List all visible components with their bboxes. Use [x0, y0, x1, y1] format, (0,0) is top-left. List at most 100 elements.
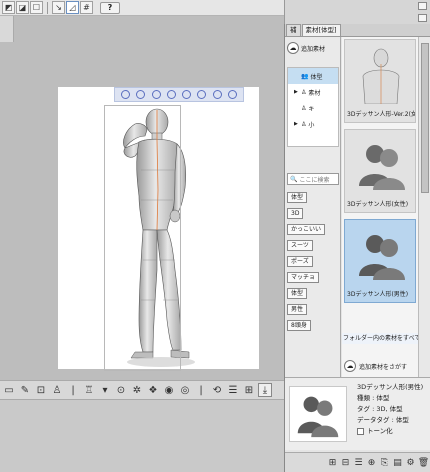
mask-mode-icon[interactable]: ◪	[16, 1, 29, 14]
cloud-icon: ☁	[344, 360, 356, 372]
tag-item[interactable]: マッチョ	[287, 272, 320, 283]
material-card[interactable]: 3Dデッサン人形-Ver.2(女性)	[344, 39, 416, 123]
frame-mode-icon[interactable]: ☐	[30, 1, 43, 14]
frame-icon[interactable]: ▭	[2, 383, 16, 397]
expand-arrow-icon[interactable]: ▶	[294, 121, 299, 127]
lock-icon[interactable]: ⊙	[114, 383, 128, 397]
tag-item[interactable]: ポーズ	[287, 256, 313, 267]
tree-item-small[interactable]: ▶ ♙ 小	[288, 116, 338, 132]
settings-icon[interactable]: ⚙	[405, 457, 416, 468]
panel-menu-button[interactable]	[418, 14, 427, 22]
tag-item[interactable]: かっこいい	[287, 224, 326, 235]
person-icon[interactable]: ♙	[50, 383, 64, 397]
show-all-in-folder-button[interactable]: フォルダー内の素材をすべて表示	[342, 333, 418, 344]
detail-tags: タグ : 3D, 体型	[357, 405, 403, 413]
tag-item[interactable]: スーツ	[287, 240, 313, 251]
tag-item[interactable]: 体型	[287, 192, 308, 203]
grid-view-icon[interactable]: ⊞	[242, 383, 256, 397]
object-icon[interactable]: ❖	[146, 383, 160, 397]
expand-arrow-icon[interactable]: ▶	[294, 89, 299, 95]
tree-item-label: 体型	[310, 73, 323, 81]
rotate-icon[interactable]	[182, 90, 192, 99]
material-tree: 👥 体型 ▶ ♙ 素材 ♙ キ ▶ ♙ 小	[287, 67, 339, 147]
camera-rotate-icon[interactable]	[121, 90, 131, 99]
tree-item-character[interactable]: ♙ キ	[288, 100, 338, 116]
move-icon[interactable]	[166, 90, 176, 99]
separator: |	[199, 384, 203, 396]
separator: |	[71, 384, 75, 396]
tab-material-body[interactable]: 素材[体型]	[301, 24, 341, 36]
list-icon[interactable]: ☰	[226, 383, 240, 397]
search-icon: 🔍	[290, 175, 298, 183]
panel-scroll-button[interactable]	[418, 2, 427, 10]
folder-icon[interactable]: ▤	[392, 457, 403, 468]
material-card[interactable]: 3Dデッサン人形(女性)	[344, 129, 416, 213]
fit-icon[interactable]: ⊡	[34, 383, 48, 397]
user-silhouette-icon	[289, 386, 347, 442]
search-placeholder: ここに検索	[299, 176, 330, 184]
shade-icon[interactable]: ◉	[162, 383, 176, 397]
material-list: 3Dデッサン人形-Ver.2(女性) 3Dデッサン人形(女性)	[342, 37, 418, 400]
cloud-icon: ☁	[287, 42, 299, 54]
dropdown-arrow-icon[interactable]: ▾	[98, 383, 112, 397]
small-grid-icon[interactable]: ⊟	[340, 457, 351, 468]
zoom-icon[interactable]: ⊕	[366, 457, 377, 468]
settings-icon[interactable]	[227, 90, 237, 99]
paste-icon[interactable]: ⎘	[379, 457, 390, 468]
ruler-icon[interactable]: ↘	[52, 1, 65, 14]
figure-bounding-box	[104, 105, 181, 371]
camera-move-icon[interactable]	[151, 90, 161, 99]
perspective-icon[interactable]: ◿	[66, 1, 79, 14]
pose-preset-icon[interactable]: ♖	[82, 383, 96, 397]
layer-mode-icon[interactable]: ◩	[2, 1, 15, 14]
tree-item-label: キ	[308, 105, 315, 113]
material-label: 3Dデッサン人形(女性)	[347, 201, 409, 208]
material-card-selected[interactable]: 3Dデッサン人形(男性)	[344, 219, 416, 303]
canvas-bottom-area	[0, 400, 284, 472]
tab-auxiliary[interactable]: 補	[286, 24, 301, 36]
tag-item[interactable]: 8頭身	[287, 320, 311, 331]
grid-view-icon[interactable]: ⊞	[327, 457, 338, 468]
pose-icon[interactable]	[212, 90, 222, 99]
toon-checkbox-row[interactable]: トーン化	[357, 426, 430, 437]
light-icon[interactable]: ◎	[178, 383, 192, 397]
edit-icon[interactable]: ✎	[18, 383, 32, 397]
grid-icon[interactable]: #	[80, 1, 93, 14]
material-panel: 補 素材[体型] ☁ 追加素材 👥 体型 ▶ ♙ 素材 ♙ キ ▶ ♙ 小 🔍 …	[284, 24, 430, 472]
user-silhouette-icon	[359, 145, 405, 190]
material-label: 3Dデッサン人形(男性)	[347, 291, 409, 298]
ground-icon[interactable]	[197, 90, 207, 99]
toon-checkbox[interactable]	[357, 427, 364, 435]
search-additional-material-button[interactable]: ☁ 追加素材をさがす	[344, 359, 418, 373]
reset-icon[interactable]: ⟲	[210, 383, 224, 397]
canvas-side-strip	[0, 16, 14, 42]
detail-type: 種類 : 体型	[357, 394, 390, 402]
search-input[interactable]: 🔍 ここに検索	[287, 173, 339, 185]
right-top-strip	[284, 0, 430, 24]
figure-thumbnail	[362, 48, 400, 104]
tag-item[interactable]: 3D	[287, 208, 304, 219]
scrollbar-thumb[interactable]	[421, 43, 429, 193]
tag-item[interactable]: 体型	[287, 288, 308, 299]
toon-label: トーン化	[367, 427, 393, 435]
register-material-icon[interactable]: ⤓	[258, 383, 272, 397]
tree-item-label: 小	[308, 121, 315, 129]
tree-item-material[interactable]: ▶ ♙ 素材	[288, 84, 338, 100]
detail-datatags: データタグ : 体型	[357, 416, 409, 424]
joint-icon[interactable]: ✲	[130, 383, 144, 397]
tag-list: 体型 3D かっこいい スーツ ポーズ マッチョ 体型 男性 8頭身	[287, 192, 327, 336]
tag-item[interactable]: 男性	[287, 304, 308, 315]
tree-item-body[interactable]: 👥 体型	[288, 68, 338, 84]
list-view-icon[interactable]: ☰	[353, 457, 364, 468]
app-window: ◩ ◪ ☐ ↘ ◿ # ? ▭ ✎ ⊡ ♙ | ♖ ▾ ⊙ ✲ ❖ ◉ ◎ | …	[0, 0, 430, 472]
trash-icon[interactable]: 🗑	[418, 457, 429, 468]
add-material-button[interactable]: ☁ 追加素材	[287, 40, 339, 56]
toolbar-separator	[47, 1, 48, 14]
tree-item-label: 素材	[308, 89, 321, 97]
camera-pan-icon[interactable]	[136, 90, 146, 99]
material-tree-column: ☁ 追加素材 👥 体型 ▶ ♙ 素材 ♙ キ ▶ ♙ 小 🔍 ここに検索 体型 …	[285, 37, 341, 387]
material-detail: 3Dデッサン人形(男性) 種類 : 体型 タグ : 3D, 体型 データタグ :…	[285, 377, 430, 450]
3d-object-launcher	[114, 87, 244, 102]
material-list-scrollbar[interactable]	[418, 37, 430, 400]
help-button[interactable]: ?	[100, 1, 120, 14]
